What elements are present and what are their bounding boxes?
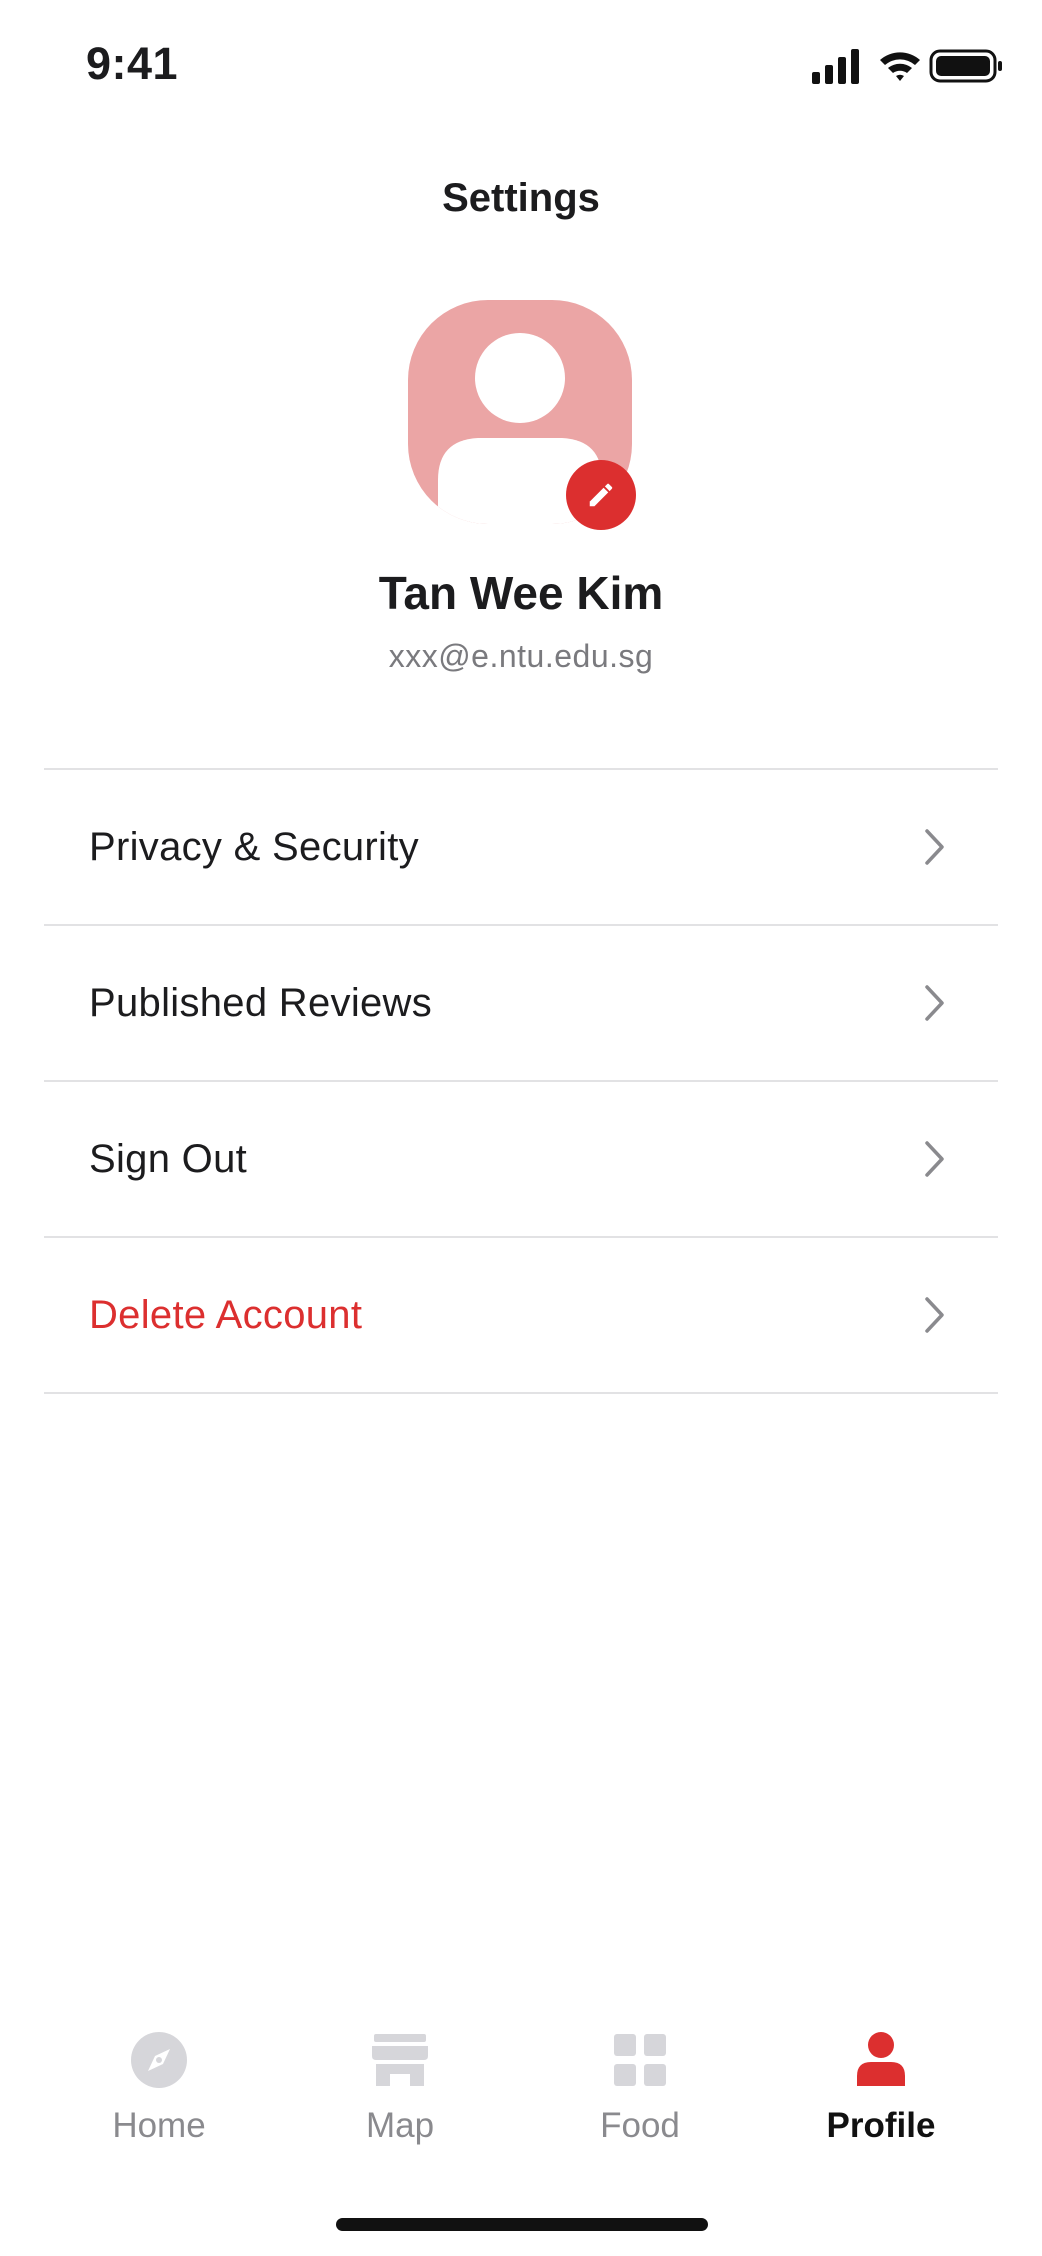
status-icons <box>812 46 1002 86</box>
tab-bar: Home Map Food Profile <box>0 2030 1042 2180</box>
settings-menu: Privacy & Security Published Reviews Sig… <box>44 768 998 1394</box>
signal-icon <box>812 49 859 84</box>
home-indicator[interactable] <box>336 2218 708 2231</box>
menu-item-label: Delete Account <box>89 1292 363 1337</box>
grid-icon <box>614 2034 666 2086</box>
tab-home[interactable]: Home <box>69 2030 249 2146</box>
chevron-right-icon <box>925 1141 944 1177</box>
menu-item-privacy-security[interactable]: Privacy & Security <box>44 770 998 926</box>
menu-item-label: Privacy & Security <box>89 824 419 869</box>
profile-name: Tan Wee Kim <box>378 567 664 619</box>
store-icon <box>372 2034 428 2086</box>
menu-item-published-reviews[interactable]: Published Reviews <box>44 926 998 1082</box>
profile-email: xxx@e.ntu.edu.sg <box>388 638 654 674</box>
page-title: Settings <box>442 176 600 220</box>
person-icon <box>857 2032 905 2086</box>
status-time: 9:41 <box>86 38 179 89</box>
pencil-icon <box>589 483 613 507</box>
menu-item-label: Sign Out <box>89 1136 248 1181</box>
menu-item-sign-out[interactable]: Sign Out <box>44 1082 998 1238</box>
chevron-right-icon <box>925 1297 944 1333</box>
tab-label: Home <box>112 2106 206 2145</box>
chevron-right-icon <box>925 829 944 865</box>
tab-map[interactable]: Map <box>310 2030 490 2146</box>
edit-avatar-button[interactable] <box>566 460 636 530</box>
compass-icon <box>131 2032 187 2088</box>
chevron-right-icon <box>925 985 944 1021</box>
menu-item-delete-account[interactable]: Delete Account <box>44 1238 998 1394</box>
tab-profile[interactable]: Profile <box>791 2030 971 2146</box>
tab-label: Map <box>365 2106 435 2145</box>
wifi-icon <box>880 52 920 81</box>
menu-item-label: Published Reviews <box>89 980 433 1025</box>
tab-label: Profile <box>826 2106 936 2145</box>
battery-icon <box>929 49 1002 83</box>
tab-label: Food <box>600 2106 680 2145</box>
tab-food[interactable]: Food <box>550 2030 730 2146</box>
